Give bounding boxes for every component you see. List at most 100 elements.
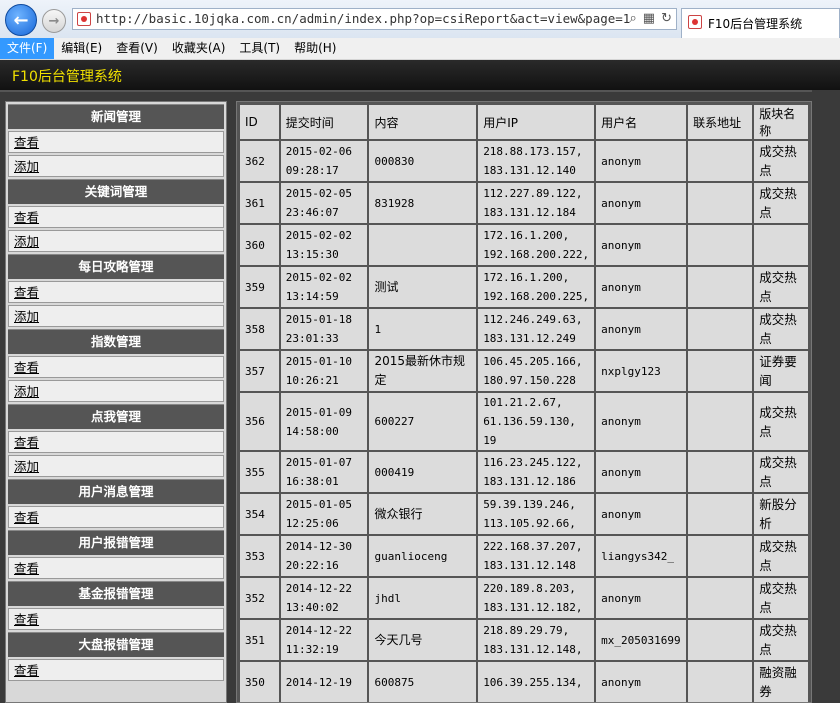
browser-toolbar: ← → http://basic.10jqka.com.cn/admin/ind… bbox=[0, 0, 840, 39]
cell-ip: 112.246.249.63, 183.131.12.249 bbox=[478, 309, 595, 349]
cell-user: anonym bbox=[596, 183, 687, 223]
cell-time: 2015-01-07 16:38:01 bbox=[280, 452, 368, 492]
cell-user: anonym bbox=[596, 225, 687, 265]
cell-section: 成交热点 bbox=[754, 141, 808, 181]
cell-content: 测试 bbox=[369, 267, 477, 307]
sidebar-link[interactable]: 查看 bbox=[8, 356, 224, 378]
table-row: 354 2015-01-05 12:25:06 微众银行 59.39.139.246,… bbox=[240, 494, 808, 534]
cell-section: 成交热点 bbox=[754, 183, 808, 223]
cell-ip: 116.23.245.122, 183.131.12.186 bbox=[478, 452, 595, 492]
cell-id: 361 bbox=[240, 183, 279, 223]
tab-favicon-icon bbox=[688, 15, 702, 29]
cell-ip: 106.45.205.166, 180.97.150.228 bbox=[478, 351, 595, 391]
cell-section: 成交热点 bbox=[754, 309, 808, 349]
sidebar-link[interactable]: 添加 bbox=[8, 155, 224, 177]
sidebar-link[interactable]: 查看 bbox=[8, 659, 224, 681]
cell-content: guanlioceng bbox=[369, 536, 477, 576]
refresh-icon[interactable]: ↻ bbox=[661, 11, 672, 26]
cell-id: 356 bbox=[240, 393, 279, 450]
sidebar-link[interactable]: 添加 bbox=[8, 380, 224, 402]
sidebar-link[interactable]: 添加 bbox=[8, 230, 224, 252]
table-row: 359 2015-02-02 13:14:59 测试 172.16.1.200, 19… bbox=[240, 267, 808, 307]
sidebar-link[interactable]: 查看 bbox=[8, 131, 224, 153]
sidebar-section-title: 基金报错管理 bbox=[8, 581, 224, 606]
cell-ip: 172.16.1.200, 192.168.200.222, bbox=[478, 225, 595, 265]
cell-id: 362 bbox=[240, 141, 279, 181]
sidebar-link[interactable]: 查看 bbox=[8, 281, 224, 303]
cell-content: 000830 bbox=[369, 141, 477, 181]
forward-button[interactable]: → bbox=[42, 9, 66, 33]
browser-tab[interactable]: F10后台管理系统 bbox=[681, 8, 840, 38]
cell-id: 359 bbox=[240, 267, 279, 307]
sidebar-link[interactable]: 添加 bbox=[8, 305, 224, 327]
sidebar-link[interactable]: 查看 bbox=[8, 431, 224, 453]
table-row: 352 2014-12-22 13:40:02 jhdl 220.189.8.203,… bbox=[240, 578, 808, 618]
cell-id: 355 bbox=[240, 452, 279, 492]
sidebar-link[interactable]: 添加 bbox=[8, 455, 224, 477]
cell-content: 2015最新休市规定 bbox=[369, 351, 477, 391]
cell-time: 2015-01-09 14:58:00 bbox=[280, 393, 368, 450]
menu-bar: 文件(F) 编辑(E) 查看(V) 收藏夹(A) 工具(T) 帮助(H) bbox=[0, 38, 840, 60]
cell-time: 2015-01-18 23:01:33 bbox=[280, 309, 368, 349]
menu-item[interactable]: 编辑(E) bbox=[54, 38, 109, 59]
cell-user: anonym bbox=[596, 309, 687, 349]
cell-id: 357 bbox=[240, 351, 279, 391]
cell-content: 今天几号 bbox=[369, 620, 477, 660]
search-icon[interactable]: ⌕ bbox=[630, 11, 637, 26]
arrow-right-icon: → bbox=[48, 13, 60, 29]
sidebar-link[interactable]: 查看 bbox=[8, 557, 224, 579]
sidebar-link[interactable]: 查看 bbox=[8, 206, 224, 228]
cell-addr bbox=[688, 536, 753, 576]
menu-item[interactable]: 工具(T) bbox=[232, 38, 287, 59]
sidebar-section-title: 大盘报错管理 bbox=[8, 632, 224, 657]
cell-id: 358 bbox=[240, 309, 279, 349]
cell-time: 2014-12-19 bbox=[280, 662, 368, 702]
cell-user: anonym bbox=[596, 662, 687, 702]
cell-id: 360 bbox=[240, 225, 279, 265]
cell-time: 2015-02-02 13:14:59 bbox=[280, 267, 368, 307]
column-header: 版块名称 bbox=[754, 105, 808, 139]
compat-view-icon[interactable]: ▦ bbox=[643, 11, 655, 26]
column-header: 用户IP bbox=[478, 105, 595, 139]
cell-user: mx_205031699 bbox=[596, 620, 687, 660]
cell-section bbox=[754, 225, 808, 265]
column-header: 联系地址 bbox=[688, 105, 753, 139]
cell-addr bbox=[688, 620, 753, 660]
menu-item[interactable]: 查看(V) bbox=[109, 38, 165, 59]
cell-ip: 101.21.2.67, 61.136.59.130, 19 bbox=[478, 393, 595, 450]
cell-ip: 106.39.255.134, bbox=[478, 662, 595, 702]
cell-time: 2014-12-30 20:22:16 bbox=[280, 536, 368, 576]
cell-user: anonym bbox=[596, 141, 687, 181]
cell-section: 成交热点 bbox=[754, 578, 808, 618]
cell-addr bbox=[688, 662, 753, 702]
report-table-panel: ID 提交时间 内容 用户IP 用户名 联系地址 版块名称 362 2015-02-06 09… bbox=[236, 101, 812, 703]
table-row: 356 2015-01-09 14:58:00 600227 101.21.2.67,… bbox=[240, 393, 808, 450]
cell-content: 1 bbox=[369, 309, 477, 349]
sidebar-section-title: 每日攻略管理 bbox=[8, 254, 224, 279]
cell-id: 351 bbox=[240, 620, 279, 660]
menu-item[interactable]: 文件(F) bbox=[0, 38, 55, 59]
address-bar[interactable]: http://basic.10jqka.com.cn/admin/index.p… bbox=[72, 8, 677, 30]
cell-ip: 172.16.1.200, 192.168.200.225, bbox=[478, 267, 595, 307]
sidebar-section-title: 关键词管理 bbox=[8, 179, 224, 204]
cell-id: 350 bbox=[240, 662, 279, 702]
cell-section: 成交热点 bbox=[754, 620, 808, 660]
cell-user: anonym bbox=[596, 267, 687, 307]
menu-item[interactable]: 帮助(H) bbox=[287, 38, 343, 59]
cell-addr bbox=[688, 393, 753, 450]
menu-item[interactable]: 收藏夹(A) bbox=[165, 38, 233, 59]
table-header-row: ID 提交时间 内容 用户IP 用户名 联系地址 版块名称 bbox=[240, 105, 808, 139]
back-button[interactable]: ← bbox=[5, 4, 37, 36]
url-text[interactable]: http://basic.10jqka.com.cn/admin/index.p… bbox=[96, 11, 630, 26]
cell-content: 微众银行 bbox=[369, 494, 477, 534]
sidebar-link[interactable]: 查看 bbox=[8, 506, 224, 528]
sidebar-section-title: 用户报错管理 bbox=[8, 530, 224, 555]
cell-addr bbox=[688, 494, 753, 534]
cell-section: 成交热点 bbox=[754, 393, 808, 450]
cell-time: 2015-01-05 12:25:06 bbox=[280, 494, 368, 534]
cell-user: anonym bbox=[596, 578, 687, 618]
column-header: ID bbox=[240, 105, 279, 139]
cell-addr bbox=[688, 267, 753, 307]
table-row: 357 2015-01-10 10:26:21 2015最新休市规定 106.45.2… bbox=[240, 351, 808, 391]
sidebar-link[interactable]: 查看 bbox=[8, 608, 224, 630]
